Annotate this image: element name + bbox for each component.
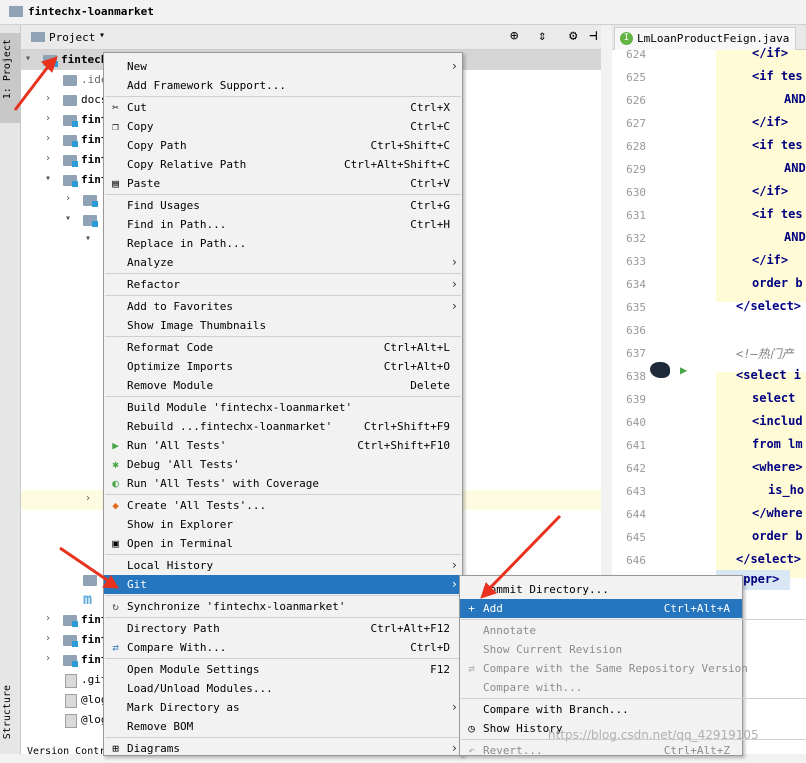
annotation-arrow-2 [59,546,119,589]
annotation-arrow-3 [480,514,562,599]
watermark: https://blog.csdn.net/qq_42919105 [548,728,759,742]
annotation-arrows [13,56,562,599]
annotation-arrow-1 [13,56,58,111]
